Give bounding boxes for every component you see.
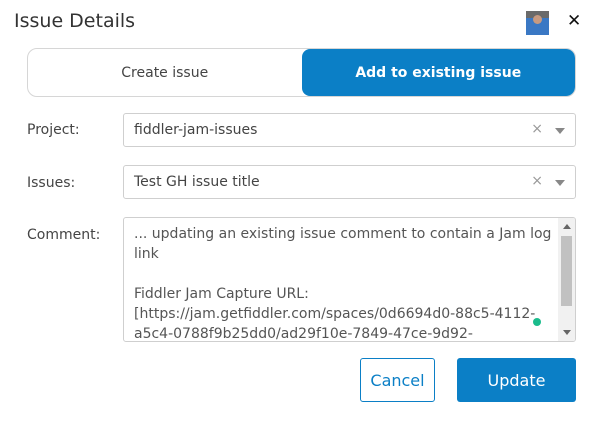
issues-value: Test GH issue title [134,174,260,190]
scrollbar[interactable] [558,218,575,341]
cancel-button[interactable]: Cancel [360,358,435,402]
dialog-title: Issue Details [14,10,136,32]
project-label: Project: [27,122,80,138]
comment-label: Comment: [27,227,101,243]
chevron-down-icon[interactable] [555,128,565,134]
close-icon[interactable]: ✕ [567,11,581,31]
mode-toggle: Create issue Add to existing issue [27,48,576,97]
project-value: fiddler-jam-issues [134,122,258,138]
scroll-down-icon[interactable] [563,330,571,335]
issues-label: Issues: [27,175,76,191]
clear-icon[interactable]: × [531,173,543,189]
comment-text[interactable]: ... updating an existing issue comment t… [134,224,559,341]
clear-icon[interactable]: × [531,121,543,137]
update-button[interactable]: Update [457,358,576,402]
tab-create-issue[interactable]: Create issue [28,49,302,96]
scrollbar-thumb[interactable] [561,236,572,306]
scroll-up-icon[interactable] [563,224,571,229]
issues-select[interactable]: Test GH issue title × [123,165,576,199]
user-avatar[interactable] [526,11,549,35]
status-dot [533,318,541,326]
chevron-down-icon[interactable] [555,180,565,186]
project-select[interactable]: fiddler-jam-issues × [123,113,576,147]
comment-textarea[interactable]: ... updating an existing issue comment t… [123,217,576,342]
tab-add-to-existing-issue[interactable]: Add to existing issue [301,49,575,96]
